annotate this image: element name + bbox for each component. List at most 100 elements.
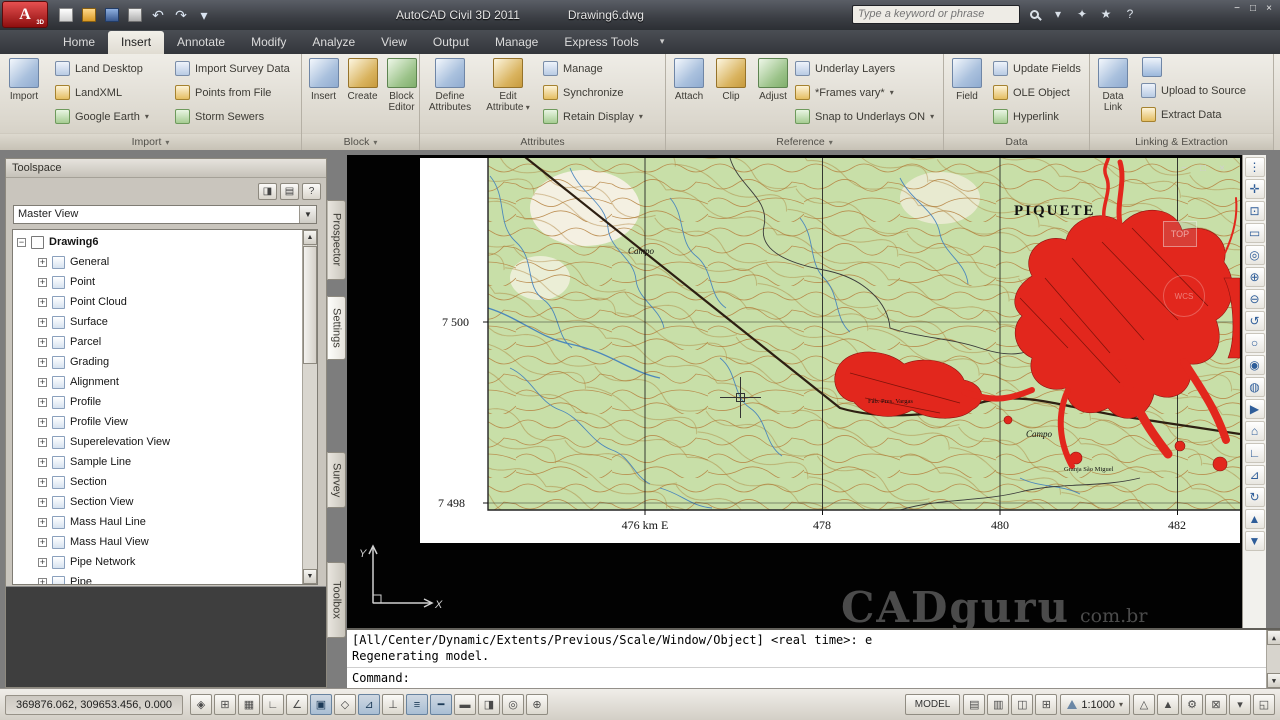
- tree-item-general[interactable]: + General: [17, 252, 302, 272]
- tree-item-profile-view[interactable]: + Profile View: [17, 412, 302, 432]
- clean-screen-button[interactable]: ◱: [1253, 694, 1275, 715]
- model-space-button[interactable]: ▤: [963, 694, 986, 715]
- expand-icon[interactable]: +: [38, 277, 47, 287]
- tree-item-superelevation-view[interactable]: + Superelevation View: [17, 432, 302, 452]
- qat-open-button[interactable]: [78, 4, 100, 26]
- panel-footer-attributes[interactable]: Attributes: [420, 133, 665, 150]
- toggle-dyn[interactable]: ≡: [406, 694, 428, 715]
- ribbon-button-create[interactable]: Create: [344, 56, 381, 113]
- toolspace-tab-settings[interactable]: Settings: [327, 296, 346, 360]
- expand-icon[interactable]: +: [38, 517, 47, 527]
- tree-item-alignment[interactable]: + Alignment: [17, 372, 302, 392]
- panel-footer-reference[interactable]: Reference ▾: [666, 133, 943, 150]
- application-menu-button[interactable]: A 3D: [2, 1, 48, 28]
- zoom-extents-tool[interactable]: ⊡: [1244, 201, 1265, 221]
- orbit-tool[interactable]: ○: [1244, 333, 1265, 353]
- search-caret[interactable]: ▾: [1048, 4, 1068, 24]
- quick-view-layouts-button[interactable]: ◫: [1011, 694, 1034, 715]
- scroll-down-arrow[interactable]: ▼: [303, 569, 317, 584]
- communication-center-button[interactable]: ✦: [1072, 4, 1092, 24]
- viewcube-home-tool[interactable]: ⌂: [1244, 421, 1265, 441]
- quick-view-drawings-button[interactable]: ⊞: [1035, 694, 1058, 715]
- scroll-up-arrow[interactable]: ▲: [1267, 630, 1280, 645]
- expand-icon[interactable]: +: [38, 477, 47, 487]
- ribbon-tab-insert[interactable]: Insert: [108, 31, 165, 54]
- ribbon-button-import[interactable]: Import: [2, 56, 46, 102]
- ribbon-button-insert[interactable]: Insert: [305, 56, 342, 113]
- toggle-otrack[interactable]: ⊿: [358, 694, 380, 715]
- panel-footer-linking[interactable]: Linking & Extraction: [1090, 133, 1273, 150]
- expand-icon[interactable]: +: [38, 437, 47, 447]
- expand-icon[interactable]: +: [38, 497, 47, 507]
- qat-customize-caret[interactable]: ▾: [193, 4, 215, 26]
- ribbon-item-storm-sewers[interactable]: Storm Sewers: [172, 106, 293, 127]
- layout-button[interactable]: ▥: [987, 694, 1010, 715]
- tree-item-parcel[interactable]: + Parcel: [17, 332, 302, 352]
- ribbon-minimize-caret[interactable]: ▾: [652, 30, 673, 54]
- tree-item-surface[interactable]: + Surface: [17, 312, 302, 332]
- collapse-icon[interactable]: −: [17, 237, 26, 247]
- zoom-previous-tool[interactable]: ↺: [1244, 311, 1265, 331]
- expand-icon[interactable]: +: [38, 337, 47, 347]
- tree-item-point[interactable]: + Point: [17, 272, 302, 292]
- command-prompt[interactable]: Command:: [347, 670, 1264, 686]
- tree-item-profile[interactable]: + Profile: [17, 392, 302, 412]
- ribbon-item-retain-display[interactable]: Retain Display ▾: [540, 106, 646, 127]
- toggle-lwt[interactable]: ━: [430, 694, 452, 715]
- toggle-selection-cycling[interactable]: ◎: [502, 694, 524, 715]
- toggle-snap[interactable]: ⊞: [214, 694, 236, 715]
- measure-tool[interactable]: ⊿: [1244, 465, 1265, 485]
- search-input[interactable]: [852, 4, 1020, 24]
- tree-item-sample-line[interactable]: + Sample Line: [17, 452, 302, 472]
- expand-icon[interactable]: +: [38, 417, 47, 427]
- toggle-ducs[interactable]: ⊥: [382, 694, 404, 715]
- ribbon-tab-home[interactable]: Home: [50, 31, 108, 54]
- qat-plot-button[interactable]: [124, 4, 146, 26]
- toggle-3d-osnap[interactable]: ◇: [334, 694, 356, 715]
- toolspace-tab-survey[interactable]: Survey: [327, 452, 346, 508]
- qat-redo-button[interactable]: ↷: [170, 4, 192, 26]
- qat-save-button[interactable]: [101, 4, 123, 26]
- tree-scrollbar[interactable]: ▲ ▼: [302, 230, 317, 584]
- tree-item-mass-haul-view[interactable]: + Mass Haul View: [17, 532, 302, 552]
- ribbon-tab-output[interactable]: Output: [420, 31, 482, 54]
- ribbon-button-field[interactable]: Field: [948, 56, 986, 102]
- panel-footer-import[interactable]: Import ▾: [0, 133, 301, 150]
- tree-item-grading[interactable]: + Grading: [17, 352, 302, 372]
- toggle-annotation-monitor[interactable]: ⊕: [526, 694, 548, 715]
- scroll-up-button[interactable]: ▲: [1244, 509, 1265, 529]
- ribbon-tab-manage[interactable]: Manage: [482, 31, 551, 54]
- tree-item-mass-haul-line[interactable]: + Mass Haul Line: [17, 512, 302, 532]
- ribbon-item-snap-to-underlays-on[interactable]: Snap to Underlays ON ▾: [792, 106, 937, 127]
- ribbon-item-land-desktop[interactable]: Land Desktop: [52, 58, 152, 79]
- ribbon-tab-express-tools[interactable]: Express Tools: [551, 31, 651, 54]
- scroll-down-button[interactable]: ▼: [1244, 531, 1265, 551]
- tree-item-point-cloud[interactable]: + Point Cloud: [17, 292, 302, 312]
- window-close-button[interactable]: ×: [1262, 2, 1276, 15]
- panel-footer-block[interactable]: Block ▾: [302, 133, 419, 150]
- ribbon-tab-modify[interactable]: Modify: [238, 31, 299, 54]
- toolspace-tab-prospector[interactable]: Prospector: [327, 200, 346, 280]
- expand-icon[interactable]: +: [38, 457, 47, 467]
- tree-item-pipe[interactable]: + Pipe: [17, 572, 302, 584]
- toggle-polar[interactable]: ∠: [286, 694, 308, 715]
- viewcube-top-face[interactable]: TOP: [1171, 229, 1189, 239]
- ribbon-button-clip[interactable]: Clip: [711, 56, 751, 102]
- expand-icon[interactable]: +: [38, 297, 47, 307]
- panel-footer-data[interactable]: Data: [944, 133, 1089, 150]
- coordinate-readout[interactable]: 369876.062, 309653.456, 0.000: [5, 694, 183, 715]
- autoscale-button[interactable]: ▲: [1157, 694, 1179, 715]
- expand-icon[interactable]: +: [38, 377, 47, 387]
- help-button[interactable]: ?: [1120, 4, 1140, 24]
- steering-wheel-tool[interactable]: ◍: [1244, 377, 1265, 397]
- drawing-minimize-button[interactable]: −: [1178, 163, 1190, 174]
- ribbon-tab-analyze[interactable]: Analyze: [299, 31, 368, 54]
- navbar-grip[interactable]: ⋮: [1244, 157, 1265, 177]
- toolspace-tab-toolbox[interactable]: Toolbox: [327, 562, 346, 638]
- zoom-in-tool[interactable]: ⊕: [1244, 267, 1265, 287]
- expand-icon[interactable]: +: [38, 577, 47, 584]
- ribbon-button-attach[interactable]: Attach: [669, 56, 709, 102]
- ribbon-button-edit-attribute[interactable]: Edit Attribute ▾: [480, 56, 536, 113]
- zoom-out-tool[interactable]: ⊖: [1244, 289, 1265, 309]
- tree-item-section[interactable]: + Section: [17, 472, 302, 492]
